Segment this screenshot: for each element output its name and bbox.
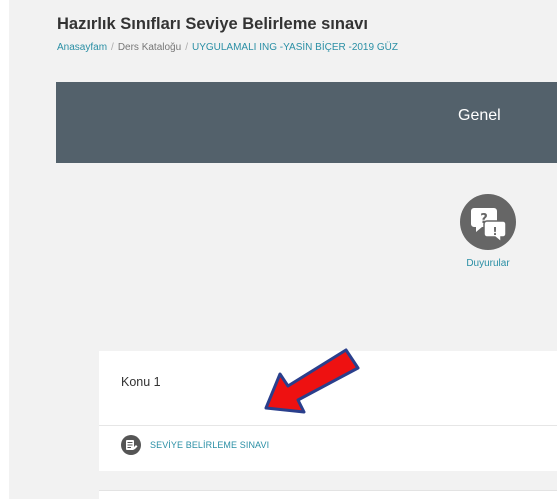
breadcrumb-separator: / <box>185 42 188 53</box>
activity-quiz-link[interactable]: SEVİYE BELİRLEME SINAVI <box>121 434 269 456</box>
red-arrow-annotation <box>264 348 360 414</box>
breadcrumb-separator: / <box>111 42 114 53</box>
section-title: Konu 1 <box>121 375 161 389</box>
breadcrumb-home[interactable]: Anasayfam <box>57 42 107 53</box>
page-content: Hazırlık Sınıfları Seviye Belirleme sına… <box>9 0 557 500</box>
section-divider <box>99 425 557 426</box>
activity-quiz-label[interactable]: SEVİYE BELİRLEME SINAVI <box>150 440 269 450</box>
breadcrumb-course[interactable]: UYGULAMALI ING -YASİN BİÇER -2019 GÜZ <box>192 42 398 53</box>
announcements-link[interactable]: ? ! Duyurular <box>443 194 533 269</box>
forum-icon[interactable]: ? ! <box>460 194 516 250</box>
section-banner: Genel <box>56 82 557 163</box>
page-title: Hazırlık Sınıfları Seviye Belirleme sına… <box>57 15 368 33</box>
svg-text:!: ! <box>492 225 497 238</box>
tab-genel[interactable]: Genel <box>458 107 501 125</box>
breadcrumb-catalog: Ders Kataloğu <box>117 42 182 53</box>
announcements-label[interactable]: Duyurular <box>443 258 533 269</box>
breadcrumb: Anasayfam / Ders Kataloğu / UYGULAMALI ING -… <box>57 42 398 53</box>
quiz-icon[interactable] <box>121 435 141 455</box>
